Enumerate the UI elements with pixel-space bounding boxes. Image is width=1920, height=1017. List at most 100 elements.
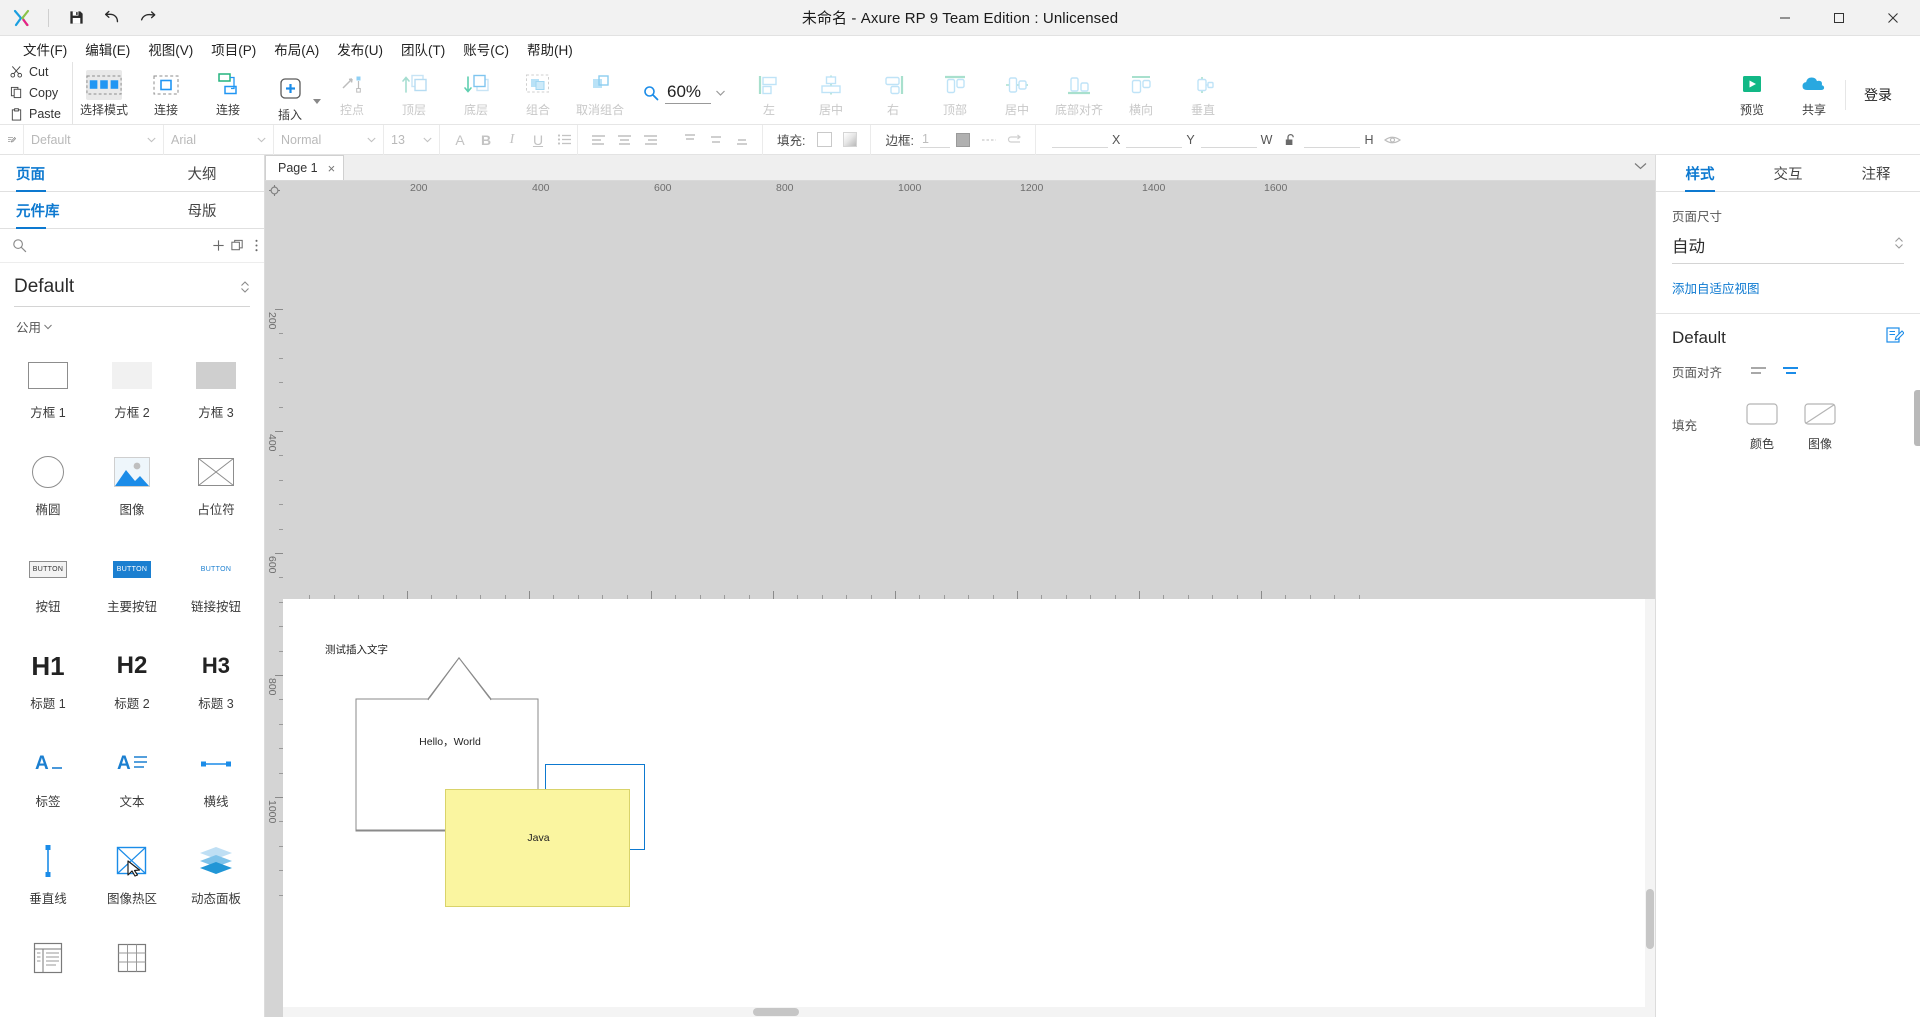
page-align-center-icon[interactable] <box>1778 359 1804 383</box>
widget-ellipse[interactable]: 椭圆 <box>6 439 90 536</box>
cut-button[interactable]: Cut <box>8 62 72 81</box>
share-button[interactable]: 共享 <box>1783 62 1845 118</box>
fill-gradient-swatch[interactable] <box>837 132 863 147</box>
edit-style-icon[interactable] <box>1886 326 1905 349</box>
widget-vline[interactable]: 垂直线 <box>6 828 90 925</box>
menu-file[interactable]: 文件(F) <box>14 36 76 62</box>
insert-button[interactable]: 插入 <box>259 67 321 123</box>
widget-label-w[interactable]: A 标签 <box>6 731 90 828</box>
widget-placeholder[interactable]: 占位符 <box>174 439 258 536</box>
close-icon[interactable]: × <box>328 161 336 176</box>
menu-team[interactable]: 团队(T) <box>392 36 454 62</box>
widget-box2[interactable]: 方框 2 <box>90 342 174 439</box>
page-tab-page1[interactable]: Page 1 × <box>265 155 345 180</box>
widget-grid[interactable]: 方框 1 方框 2 方框 3 椭圆 图像 占位符 BUTTON 按钮 BUTTO… <box>0 342 264 1017</box>
fill-color-swatch[interactable] <box>811 132 837 147</box>
font-size-select[interactable]: 13 <box>384 124 440 155</box>
align-bottom-button[interactable]: 底部对齐 <box>1048 62 1110 118</box>
login-button[interactable]: 登录 <box>1845 80 1910 110</box>
bullet-list-icon[interactable] <box>551 133 577 146</box>
library-selector[interactable]: Default <box>14 267 250 307</box>
align-top-button[interactable]: 顶部 <box>924 62 986 118</box>
bold-icon[interactable]: B <box>473 132 499 148</box>
paste-button[interactable]: Paste <box>8 105 72 124</box>
valign-bottom-icon[interactable] <box>729 133 755 146</box>
y-input[interactable] <box>1126 131 1183 148</box>
design-canvas[interactable]: 测试插入文字 Hello，World Java <box>283 599 1655 1017</box>
save-icon[interactable] <box>59 3 93 33</box>
tab-style[interactable]: 样式 <box>1656 155 1744 191</box>
send-to-back-button[interactable]: 底层 <box>445 62 507 118</box>
x-input[interactable] <box>1051 131 1108 148</box>
widget-box3[interactable]: 方框 3 <box>174 342 258 439</box>
page-align-left-icon[interactable] <box>1746 359 1772 383</box>
connect-mode-button[interactable]: 连接 <box>135 62 197 118</box>
menu-layout[interactable]: 布局(A) <box>265 36 328 62</box>
selection-mode-button[interactable]: 选择模式 <box>73 62 135 118</box>
style-select[interactable]: Default <box>24 124 164 155</box>
distribute-vertical-button[interactable]: 垂直 <box>1172 62 1234 118</box>
menu-edit[interactable]: 编辑(E) <box>76 36 139 62</box>
tab-outline[interactable]: 大纲 <box>140 155 264 191</box>
widget-link-button[interactable]: BUTTON 链接按钮 <box>174 536 258 633</box>
tab-widget-library[interactable]: 元件库 <box>0 192 140 229</box>
italic-icon[interactable]: I <box>499 132 525 148</box>
w-input[interactable] <box>1200 131 1257 148</box>
valign-top-icon[interactable] <box>677 133 703 146</box>
align-center-h-button[interactable]: 居中 <box>800 62 862 118</box>
arrow-style-icon[interactable] <box>1002 134 1028 146</box>
fill-color-option[interactable]: 颜色 <box>1746 403 1778 452</box>
vertical-ruler[interactable]: 200 400 600 800 1000 <box>265 199 283 1017</box>
font-weight-select[interactable]: Normal <box>274 124 384 155</box>
border-color-swatch[interactable] <box>950 132 976 147</box>
page-size-select[interactable]: 自动 <box>1672 233 1904 264</box>
valign-middle-icon[interactable] <box>703 133 729 146</box>
plus-icon[interactable] <box>211 233 226 259</box>
border-style-icon[interactable] <box>976 135 1002 145</box>
widget-button[interactable]: BUTTON 按钮 <box>6 536 90 633</box>
align-right-icon[interactable] <box>637 134 663 146</box>
eye-icon[interactable] <box>1380 134 1406 146</box>
group-button[interactable]: 组合 <box>507 62 569 118</box>
unlock-icon[interactable] <box>1278 133 1304 147</box>
align-center-icon[interactable] <box>611 134 637 146</box>
more-vertical-icon[interactable] <box>249 233 264 259</box>
widget-text[interactable]: A 文本 <box>90 731 174 828</box>
tab-notes[interactable]: 注释 <box>1832 155 1920 191</box>
align-right-button[interactable]: 右 <box>862 62 924 118</box>
zoom-control[interactable]: 60% <box>631 78 738 108</box>
search-icon[interactable] <box>12 233 27 259</box>
insert-dropdown-caret[interactable] <box>313 98 321 104</box>
menu-help[interactable]: 帮助(H) <box>518 36 582 62</box>
distribute-horizontal-button[interactable]: 横向 <box>1110 62 1172 118</box>
widget-inline-frame[interactable] <box>6 925 90 1003</box>
stack-icon[interactable] <box>230 233 245 259</box>
widget-h2[interactable]: H2 标题 2 <box>90 633 174 730</box>
undo-icon[interactable] <box>95 3 129 33</box>
widget-image[interactable]: 图像 <box>90 439 174 536</box>
tab-masters[interactable]: 母版 <box>140 192 264 228</box>
align-left-icon[interactable] <box>585 134 611 146</box>
panel-resize-handle[interactable] <box>1914 390 1920 446</box>
underline-icon[interactable]: U <box>525 132 551 148</box>
page-tabs-overflow-button[interactable] <box>1634 157 1647 175</box>
ruler-corner[interactable] <box>265 181 283 199</box>
widget-hline[interactable]: 横线 <box>174 731 258 828</box>
canvas-hscroll-thumb[interactable] <box>753 1008 799 1016</box>
font-color-icon[interactable]: A <box>447 132 473 148</box>
widget-repeater[interactable] <box>90 925 174 1003</box>
menu-publish[interactable]: 发布(U) <box>328 36 392 62</box>
tab-interaction[interactable]: 交互 <box>1744 155 1832 191</box>
widget-h3[interactable]: H3 标题 3 <box>174 633 258 730</box>
align-left-button[interactable]: 左 <box>738 62 800 118</box>
search-input[interactable] <box>31 238 207 253</box>
canvas-yellow-rect[interactable]: Java <box>445 789 630 907</box>
canvas-vscroll-thumb[interactable] <box>1646 889 1654 949</box>
canvas-vscrollbar[interactable] <box>1645 599 1655 1017</box>
menu-account[interactable]: 账号(C) <box>454 36 518 62</box>
font-family-select[interactable]: Arial <box>164 124 274 155</box>
canvas-hscrollbar[interactable] <box>283 1007 1655 1017</box>
close-button[interactable] <box>1866 0 1920 36</box>
horizontal-ruler[interactable]: 200 400 600 800 1000 1200 1400 1600 <box>283 181 1655 599</box>
redo-icon[interactable] <box>131 3 165 33</box>
